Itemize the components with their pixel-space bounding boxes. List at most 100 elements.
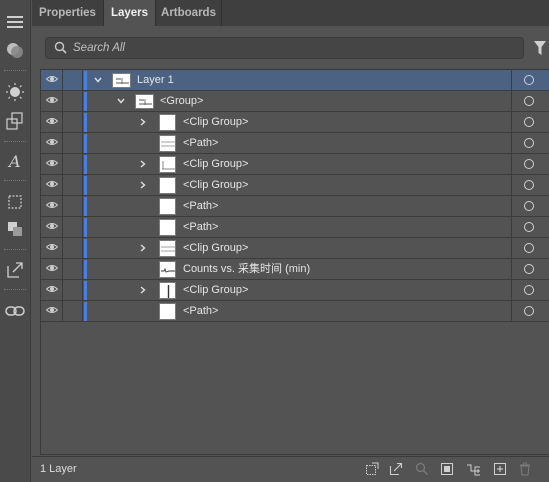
eye-icon: [45, 95, 58, 107]
layer-name[interactable]: <Clip Group>: [183, 175, 248, 195]
new-sublayer-icon[interactable]: [466, 462, 480, 476]
layer-row[interactable]: <Clip Group>: [41, 175, 549, 196]
visibility-toggle[interactable]: [41, 238, 63, 258]
lock-toggle[interactable]: [63, 70, 83, 90]
new-layer-icon[interactable]: [493, 462, 507, 476]
layer-name[interactable]: <Clip Group>: [183, 280, 248, 300]
visibility-toggle[interactable]: [41, 196, 63, 216]
collect-for-export-icon[interactable]: [365, 462, 379, 476]
chevron-right-icon[interactable]: [137, 116, 149, 128]
visibility-toggle[interactable]: [41, 301, 63, 321]
make-clipping-mask-icon[interactable]: [440, 462, 454, 476]
eye-icon: [45, 179, 58, 191]
tab-layers[interactable]: Layers: [104, 0, 156, 26]
chevron-right-icon[interactable]: [137, 179, 149, 191]
eye-icon: [45, 137, 58, 149]
links-icon[interactable]: [3, 299, 27, 323]
chevron-right-icon[interactable]: [137, 158, 149, 170]
lock-toggle[interactable]: [63, 91, 83, 111]
layer-name[interactable]: <Path>: [183, 217, 218, 237]
lock-toggle[interactable]: [63, 112, 83, 132]
visibility-toggle[interactable]: [41, 91, 63, 111]
lock-toggle[interactable]: [63, 238, 83, 258]
lock-toggle[interactable]: [63, 196, 83, 216]
visibility-toggle[interactable]: [41, 259, 63, 279]
pathfinder-icon[interactable]: [3, 217, 27, 241]
column-divider: [511, 259, 512, 279]
target-circle[interactable]: [524, 285, 534, 295]
chevron-right-icon[interactable]: [137, 284, 149, 296]
column-divider: [511, 280, 512, 300]
lock-toggle[interactable]: [63, 217, 83, 237]
artboard-icon[interactable]: [3, 190, 27, 214]
layer-name[interactable]: Layer 1: [137, 70, 174, 90]
delete-icon[interactable]: [518, 462, 532, 476]
sun-icon[interactable]: [3, 80, 27, 104]
layer-name[interactable]: <Path>: [183, 133, 218, 153]
target-circle[interactable]: [524, 75, 534, 85]
lock-toggle[interactable]: [63, 154, 83, 174]
layer-row[interactable]: <Clip Group>: [41, 238, 549, 259]
tab-artboards[interactable]: Artboards: [156, 0, 222, 26]
layer-name[interactable]: <Clip Group>: [183, 238, 248, 258]
chevron-right-icon[interactable]: [137, 242, 149, 254]
chevron-down-icon[interactable]: [115, 95, 127, 107]
character-icon[interactable]: A: [3, 149, 27, 173]
layer-row[interactable]: Layer 1: [41, 70, 549, 91]
visibility-toggle[interactable]: [41, 217, 63, 237]
target-circle[interactable]: [524, 138, 534, 148]
layer-row[interactable]: <Path>: [41, 133, 549, 154]
toolbar-grip: [4, 70, 26, 72]
visibility-toggle[interactable]: [41, 280, 63, 300]
layer-row[interactable]: <Clip Group>: [41, 112, 549, 133]
layers-panel: Properties Layers Artboards Layer 1: [32, 0, 549, 482]
export-icon[interactable]: [389, 462, 403, 476]
layer-thumbnail: [159, 219, 176, 236]
visibility-toggle[interactable]: [41, 112, 63, 132]
target-circle[interactable]: [524, 180, 534, 190]
target-circle[interactable]: [524, 243, 534, 253]
layer-name[interactable]: Counts vs. 采集时间 (min): [183, 259, 310, 279]
layer-row[interactable]: <Clip Group>: [41, 280, 549, 301]
lock-toggle[interactable]: [63, 259, 83, 279]
target-circle[interactable]: [524, 201, 534, 211]
layer-count: 1 Layer: [40, 463, 77, 475]
layer-name[interactable]: <Path>: [183, 196, 218, 216]
target-circle[interactable]: [524, 96, 534, 106]
visibility-toggle[interactable]: [41, 70, 63, 90]
filter-icon[interactable]: [533, 40, 547, 59]
layer-row[interactable]: <Clip Group>: [41, 154, 549, 175]
layer-name[interactable]: <Clip Group>: [183, 112, 248, 132]
eye-icon: [45, 200, 58, 212]
locate-object-icon[interactable]: [415, 462, 429, 476]
target-circle[interactable]: [524, 117, 534, 127]
menu-icon[interactable]: [3, 10, 27, 34]
chevron-down-icon[interactable]: [92, 74, 104, 86]
search-box: [45, 37, 524, 59]
visibility-toggle[interactable]: [41, 175, 63, 195]
visibility-toggle[interactable]: [41, 133, 63, 153]
layer-row[interactable]: <Group>: [41, 91, 549, 112]
export-icon[interactable]: [3, 258, 27, 282]
search-input[interactable]: [73, 40, 513, 56]
target-circle[interactable]: [524, 264, 534, 274]
lock-toggle[interactable]: [63, 301, 83, 321]
target-circle[interactable]: [524, 306, 534, 316]
visibility-toggle[interactable]: [41, 154, 63, 174]
appearance-icon[interactable]: [3, 38, 27, 62]
transform-icon[interactable]: [3, 109, 27, 133]
layer-name[interactable]: <Group>: [160, 91, 203, 111]
layer-thumbnail: [159, 240, 176, 257]
layer-name[interactable]: <Path>: [183, 301, 218, 321]
lock-toggle[interactable]: [63, 175, 83, 195]
layer-row[interactable]: Counts vs. 采集时间 (min): [41, 259, 549, 280]
tab-properties[interactable]: Properties: [32, 0, 104, 26]
layer-row[interactable]: <Path>: [41, 196, 549, 217]
lock-toggle[interactable]: [63, 133, 83, 153]
layer-name[interactable]: <Clip Group>: [183, 154, 248, 174]
lock-toggle[interactable]: [63, 280, 83, 300]
target-circle[interactable]: [524, 159, 534, 169]
target-circle[interactable]: [524, 222, 534, 232]
layer-row[interactable]: <Path>: [41, 301, 549, 322]
layer-row[interactable]: <Path>: [41, 217, 549, 238]
